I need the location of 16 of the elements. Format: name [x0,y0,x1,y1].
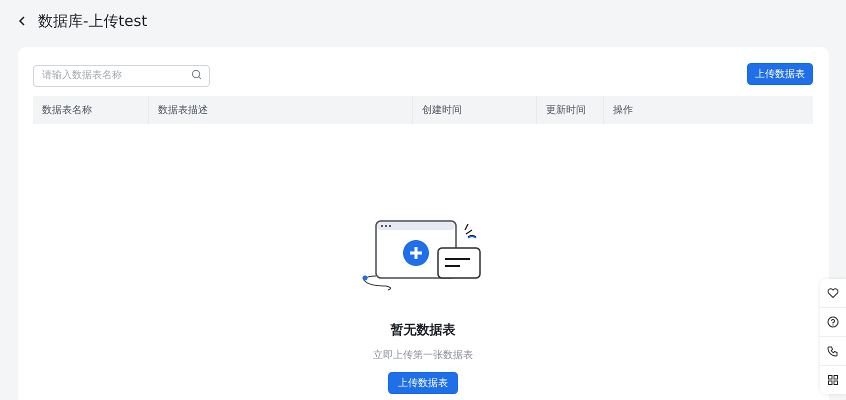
upload-table-button[interactable]: 上传数据表 [747,63,813,85]
heart-icon[interactable] [827,287,839,299]
grid-icon[interactable] [827,374,839,386]
upload-table-button[interactable]: 上传数据表 [388,372,458,394]
column-header: 更新时间 [537,96,604,124]
column-header: 数据表名称 [33,96,149,124]
column-header: 操作 [612,104,634,118]
phone-icon[interactable] [827,345,839,357]
search-field[interactable]: 请输入数据表名称 [33,64,210,86]
search-icon[interactable] [191,68,202,80]
help-icon[interactable] [827,316,839,328]
column-header: 数据表描述 [149,96,413,124]
empty-state-description: 立即上传第一张数据表 [373,348,473,362]
column-header: 创建时间 [413,96,537,124]
empty-state-title: 暂无数据表 [390,322,456,339]
page-title: 数据库-上传test [38,12,148,30]
